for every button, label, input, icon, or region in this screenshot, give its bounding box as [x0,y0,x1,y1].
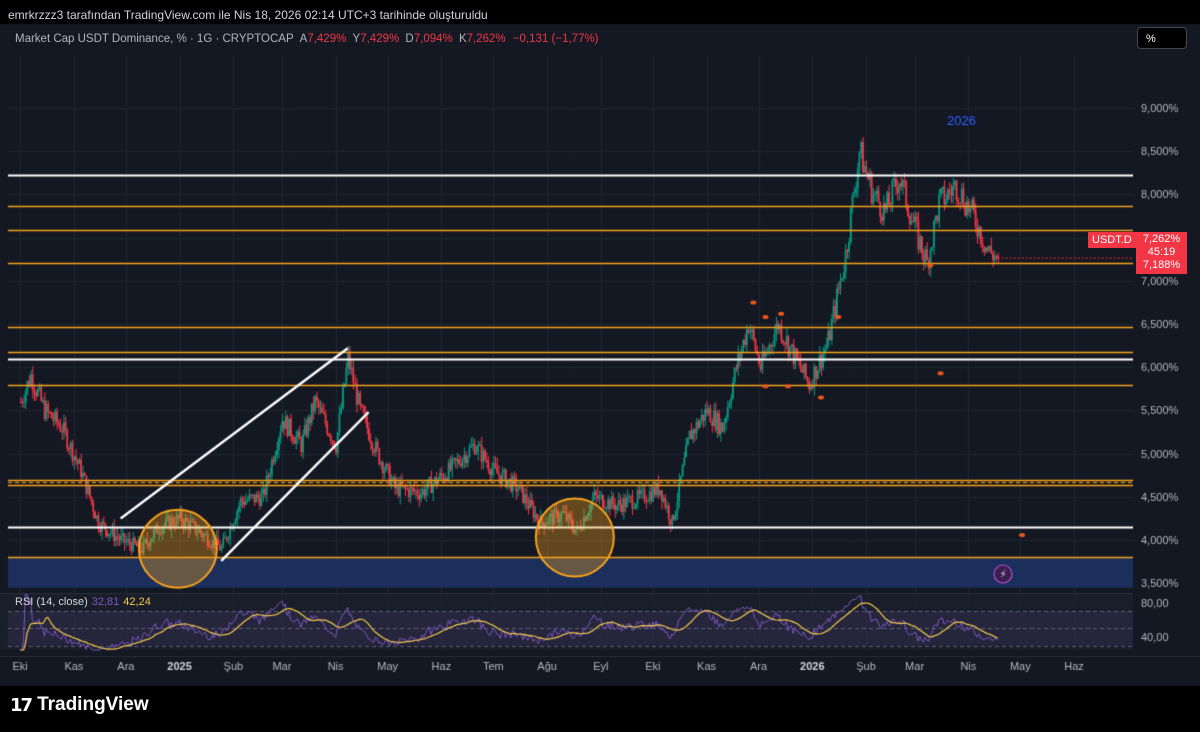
low-value: 7,094% [413,33,453,45]
symbol-legend: Market Cap USDT Dominance, % · 1G · CRYP… [15,33,599,45]
rsi-title[interactable]: RSI (14, close) [15,596,88,608]
percent-scale-button[interactable]: % [1137,27,1187,49]
chart-attribution: emrkrzzz3 tarafından TradingView.com ile… [8,8,488,22]
symbol-title[interactable]: Market Cap USDT Dominance, % · 1G · CRYP… [15,33,293,45]
current-price: 7,262% [1142,233,1181,245]
low-price: 7,188% [1142,259,1181,271]
tradingview-logo-icon: 17 [10,694,33,716]
rsi-value: 32,81 [91,596,120,608]
open-value: 7,429% [307,33,347,45]
symbol-price-label: USDT.D [1088,232,1136,248]
tradingview-logo-text: TradingView [37,694,149,715]
tradingview-logo[interactable]: 17 TradingView [10,694,149,716]
current-price-tag: 7,262% 45:19 7,188% [1136,232,1187,274]
close-label: K [458,33,467,45]
price-chart[interactable] [0,0,1200,732]
bar-countdown: 45:19 [1147,246,1176,258]
high-value: 7,429% [360,33,400,45]
change-value: −0,131 (−1,77%) [512,33,599,45]
low-label: D [405,33,414,45]
close-value: 7,262% [466,33,506,45]
rsi-ma-value: 42,24 [123,596,151,608]
rsi-legend: RSI (14, close) 32,81 42,24 [15,596,151,608]
